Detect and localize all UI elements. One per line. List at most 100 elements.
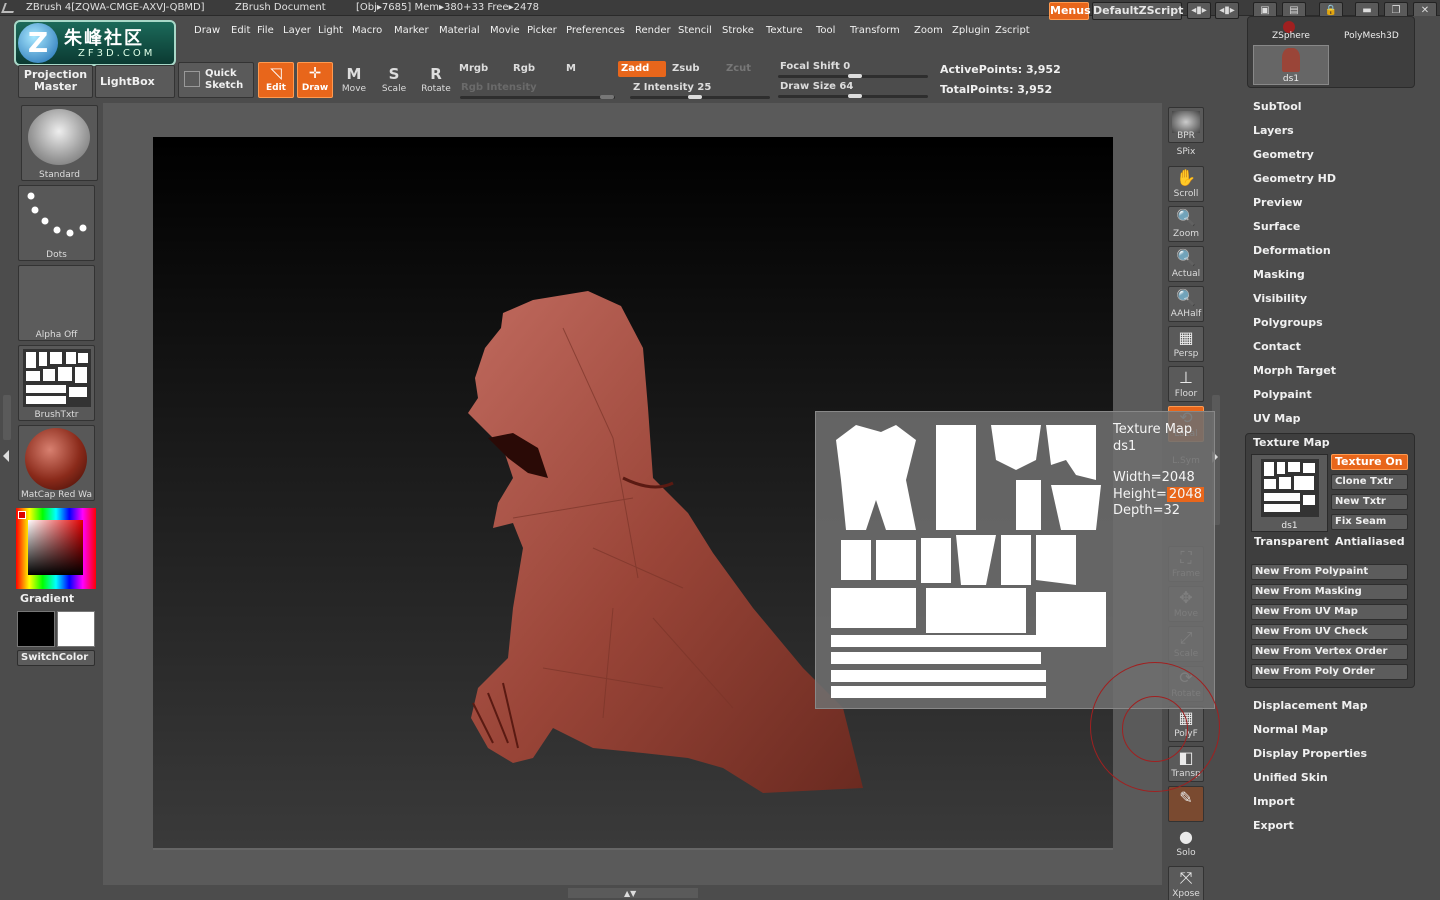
menu-transform[interactable]: Transform [847,22,903,40]
menu-tool[interactable]: Tool [813,22,838,40]
stroke-thumbnail[interactable]: Dots [18,185,95,261]
zsub-button[interactable]: Zsub [672,61,720,77]
palette-visibility[interactable]: Visibility [1253,292,1307,305]
menu-layer[interactable]: Layer [280,22,314,40]
menus-button[interactable]: Menus [1049,2,1091,20]
new-from-uv-check-button[interactable]: New From UV Check [1251,624,1408,640]
polymesh3d-tool[interactable]: PolyMesh3D [1344,31,1399,41]
menu-render[interactable]: Render [632,22,674,40]
bpr-button[interactable]: BPR [1168,107,1204,143]
default-zscript-button[interactable]: DefaultZScript [1092,2,1183,20]
menu-preferences[interactable]: Preferences [563,22,628,40]
clone-txtr-button[interactable]: Clone Txtr [1331,474,1408,490]
brush-thumbnail[interactable]: Standard [21,105,98,181]
ghost-button[interactable]: ✎ [1168,786,1204,822]
menu-stencil[interactable]: Stencil [675,22,715,40]
menu-light[interactable]: Light [315,22,346,40]
new-from-uv-map-button[interactable]: New From UV Map [1251,604,1408,620]
palette-masking[interactable]: Masking [1253,268,1305,281]
menu-marker[interactable]: Marker [391,22,432,40]
texture-map-title[interactable]: Texture Map [1253,436,1330,449]
menu-texture[interactable]: Texture [763,22,806,40]
fix-seam-button[interactable]: Fix Seam [1331,514,1408,530]
alpha-thumbnail[interactable]: Alpha Off [18,265,95,341]
xpose-button[interactable]: ⤧ Xpose [1168,866,1204,900]
color-sv-square[interactable] [28,520,83,575]
draw-button[interactable]: ✛ Draw [297,62,333,98]
menu-movie[interactable]: Movie [487,22,523,40]
next-icon[interactable]: ◂▮▸ [1215,2,1239,19]
aahalf-button[interactable]: 🔍 AAHalf [1168,286,1204,322]
new-from-masking-button[interactable]: New From Masking [1251,584,1408,600]
texture-thumbnail[interactable]: BrushTxtr [18,345,95,421]
transparent-toggle[interactable]: Transparent [1254,535,1329,548]
left-tray-handle[interactable] [3,395,11,440]
palette-import[interactable]: Import [1253,795,1295,808]
menu-edit[interactable]: Edit [228,22,253,40]
palette-surface[interactable]: Surface [1253,220,1300,233]
palette-geometry-hd[interactable]: Geometry HD [1253,172,1336,185]
spix-button[interactable]: SPix [1168,147,1204,163]
palette-preview[interactable]: Preview [1253,196,1303,209]
zadd-button[interactable]: Zadd [618,61,666,77]
draw-size-knob[interactable] [848,94,862,98]
primary-color-swatch[interactable] [17,611,55,647]
rotate-button[interactable]: R Rotate [418,64,454,98]
palette-export[interactable]: Export [1253,819,1294,832]
quick-sketch-button[interactable]: Quick Sketch [178,62,254,98]
bottom-tray-arrow-icon[interactable]: ▲▼ [624,889,636,898]
palette-geometry[interactable]: Geometry [1253,148,1314,161]
new-txtr-button[interactable]: New Txtr [1331,494,1408,510]
zsphere-tool[interactable]: ZSphere [1272,31,1310,41]
palette-display-properties[interactable]: Display Properties [1253,747,1367,760]
palette-uv-map[interactable]: UV Map [1253,412,1301,425]
material-thumbnail[interactable]: MatCap Red Wa [18,425,95,501]
palette-layers[interactable]: Layers [1253,124,1294,137]
palette-contact[interactable]: Contact [1253,340,1301,353]
scroll-button[interactable]: ✋ Scroll [1168,166,1204,202]
menu-macro[interactable]: Macro [349,22,385,40]
switch-color-button[interactable]: SwitchColor [17,650,95,666]
antialiased-toggle[interactable]: Antialiased [1335,535,1405,548]
texture-on-button[interactable]: Texture On [1331,454,1408,470]
persp-button[interactable]: ▦ Persp [1168,326,1204,362]
menu-file[interactable]: File [254,22,277,40]
lightbox-button[interactable]: LightBox [95,65,175,98]
zcut-button[interactable]: Zcut [726,61,774,77]
color-picker[interactable] [16,508,96,589]
z-intensity-knob[interactable] [688,95,702,99]
palette-morph-target[interactable]: Morph Target [1253,364,1336,377]
rgb-intensity-knob[interactable] [600,95,614,99]
z-intensity-slider[interactable]: Z Intensity 25 [633,80,763,96]
move-button[interactable]: M Move [338,64,370,98]
focal-shift-knob[interactable] [848,74,862,78]
palette-polypaint[interactable]: Polypaint [1253,388,1312,401]
draw-size-slider[interactable]: Draw Size 64 [780,79,930,95]
new-from-poly-order-button[interactable]: New From Poly Order [1251,664,1408,680]
menu-zoom[interactable]: Zoom [911,22,946,40]
palette-unified-skin[interactable]: Unified Skin [1253,771,1328,784]
rgb-button[interactable]: Rgb [513,61,561,77]
projection-master-button[interactable]: Projection Master [18,65,93,98]
menu-zplugin[interactable]: Zplugin [949,22,993,40]
new-from-vertex-order-button[interactable]: New From Vertex Order [1251,644,1408,660]
left-tray-arrow-icon[interactable] [3,450,9,462]
solo-button[interactable]: ● Solo [1168,826,1204,862]
menu-stroke[interactable]: Stroke [719,22,757,40]
scale-button[interactable]: S Scale [378,64,410,98]
ds1-tool[interactable]: ds1 [1253,45,1329,85]
new-from-polypaint-button[interactable]: New From Polypaint [1251,564,1408,580]
zoom-button[interactable]: 🔍 Zoom [1168,206,1204,242]
main-color-swatch[interactable] [18,511,26,519]
m-button[interactable]: M [566,61,614,77]
menu-draw[interactable]: Draw [191,22,223,40]
palette-deformation[interactable]: Deformation [1253,244,1331,257]
edit-button[interactable]: ◹ Edit [258,62,294,98]
menu-picker[interactable]: Picker [524,22,560,40]
prev-icon[interactable]: ◂▮▸ [1187,2,1211,19]
palette-displacement-map[interactable]: Displacement Map [1253,699,1368,712]
mrgb-button[interactable]: Mrgb [459,61,507,77]
texture-thumbnail-button[interactable]: ds1 [1251,454,1328,532]
palette-normal-map[interactable]: Normal Map [1253,723,1328,736]
menu-zscript[interactable]: Zscript [992,22,1033,40]
